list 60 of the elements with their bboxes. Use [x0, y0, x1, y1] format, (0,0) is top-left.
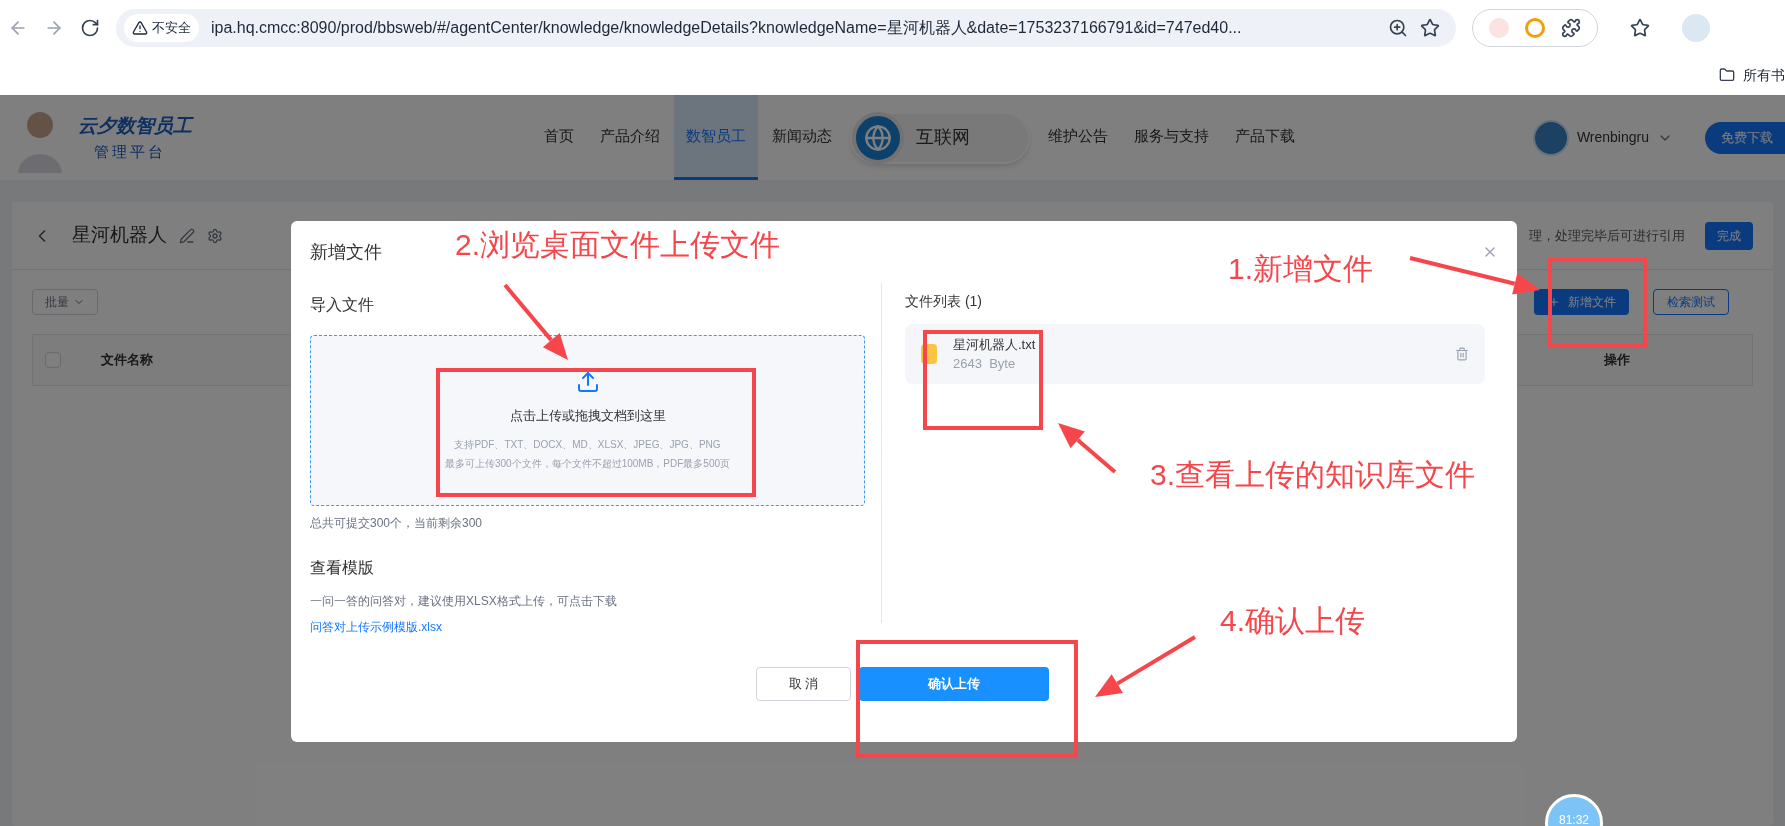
- nav-link[interactable]: 新闻动态: [760, 95, 844, 180]
- annotation-label: 4.确认上传: [1220, 603, 1366, 639]
- dialog-title: 新增文件: [310, 240, 382, 264]
- network-badge[interactable]: 互联网: [850, 111, 1030, 164]
- file-name: 星河机器人.txt: [953, 335, 1036, 354]
- edit-icon[interactable]: [179, 227, 195, 244]
- url-text: ipa.hq.cmcc:8090/prod/bbsweb/#/agentCenter/knowledge/knowledgeDetails?knowledgeName=星河机器人&date=1753237166791&id=747ed40...: [211, 17, 1243, 38]
- zoom-icon[interactable]: [1388, 17, 1408, 38]
- nav-link[interactable]: 产品下载: [1223, 95, 1307, 180]
- nav-link[interactable]: 数智员工: [674, 95, 758, 180]
- file-item[interactable]: 星河机器人.txt 2643 Byte: [905, 324, 1485, 384]
- download-button[interactable]: 免费下载: [1705, 121, 1785, 154]
- nav-link[interactable]: 首页: [532, 95, 586, 180]
- template-link[interactable]: 问答对上传示例模版.xlsx: [310, 618, 865, 636]
- done-button[interactable]: 完成: [1705, 221, 1753, 250]
- annotation-label: 2.浏览桌面文件上传文件: [455, 227, 781, 263]
- file-size: 2643 Byte: [953, 355, 1017, 373]
- delete-icon[interactable]: [1455, 347, 1469, 361]
- column-header: 文件名称: [101, 351, 153, 370]
- badge-label: 互联网: [916, 126, 970, 149]
- nav-link[interactable]: 服务与支持: [1122, 95, 1221, 180]
- security-chip[interactable]: 不安全: [124, 13, 199, 42]
- bookmark-folder[interactable]: 所有书: [1743, 64, 1785, 86]
- cancel-button[interactable]: 取 消: [756, 667, 851, 701]
- limit-hint: 最多可上传300个文件，每个文件不超过100MB，PDF最多500页: [444, 457, 731, 472]
- dropzone-prompt: 点击上传或拖拽文档到这里: [509, 406, 666, 425]
- section-heading: 导入文件: [310, 295, 375, 315]
- warning-icon: [132, 19, 148, 36]
- add-file-button[interactable]: 新增文件: [1534, 289, 1629, 315]
- upload-icon: [575, 369, 600, 394]
- folder-icon: [1719, 67, 1735, 83]
- bookmark-star-icon[interactable]: [1420, 17, 1440, 38]
- brand-subtitle: 管理平台: [94, 141, 167, 162]
- notice-text: 理，处理完毕后可进行引用: [1529, 226, 1685, 245]
- puzzle-icon[interactable]: [1561, 17, 1581, 38]
- arrow: [1058, 423, 1117, 474]
- timer-text: 81:32: [1559, 812, 1589, 826]
- quota-text: 总共可提交300个，当前剩余300: [310, 515, 484, 532]
- annotation-label: 1.新增文件: [1228, 251, 1374, 287]
- section-heading: 查看模版: [310, 558, 375, 578]
- settings-icon[interactable]: [207, 227, 223, 244]
- test-button[interactable]: 检索测试: [1653, 289, 1729, 315]
- column-header: 操作: [1604, 351, 1630, 370]
- star-icon[interactable]: [1630, 17, 1650, 38]
- section-heading: 文件列表 (1): [905, 292, 983, 311]
- upload-dropzone[interactable]: 点击上传或拖拽文档到这里 支持PDF、TXT、DOCX、MD、XLSX、JPEG、JPG、PNG 最多可上传300个文件，每个文件不超过100MB，PDF最多500页: [310, 335, 865, 506]
- extension-icon[interactable]: [1525, 17, 1545, 38]
- page-title: 星河机器人: [72, 223, 167, 248]
- batch-dropdown[interactable]: 批量: [32, 289, 98, 315]
- user-name[interactable]: Wrenbingru: [1576, 127, 1649, 148]
- globe-icon: [864, 123, 892, 152]
- reload-icon[interactable]: [80, 17, 100, 38]
- nav-link[interactable]: 维护公告: [1036, 95, 1120, 180]
- address-bar[interactable]: 不安全 ipa.hq.cmcc:8090/prod/bbsweb/#/agentCenter/knowledge/knowledgeDetails?knowledgeName=星河机器人&date=1753237166791&id=747ed40...: [116, 8, 1456, 47]
- format-hint: 支持PDF、TXT、DOCX、MD、XLSX、JPEG、JPG、PNG: [454, 438, 721, 453]
- confirm-upload-button[interactable]: 确认上传: [859, 667, 1049, 701]
- brand-name: 云夕数智员工: [78, 114, 192, 138]
- template-hint: 一问一答的问答对，建议使用XLSX格式上传，可点击下载: [310, 593, 618, 610]
- nav-link[interactable]: 产品介绍: [588, 95, 672, 180]
- annotation-label: 3.查看上传的知识库文件: [1150, 457, 1476, 493]
